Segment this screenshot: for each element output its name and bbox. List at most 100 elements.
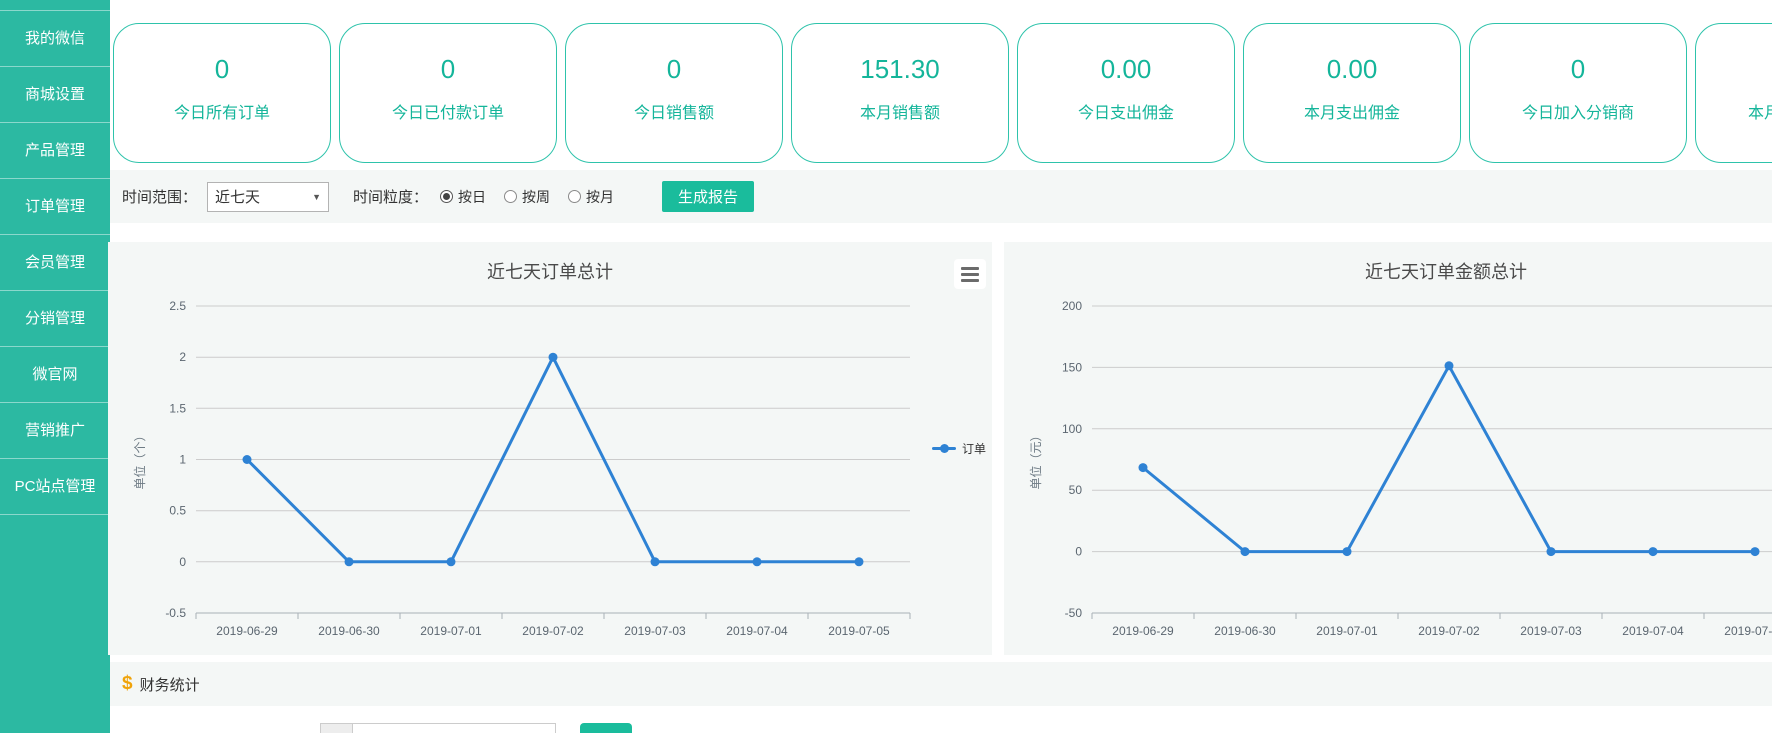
sidebar-item-label: 分销管理 [25,310,85,327]
sidebar-item-pc-site-management[interactable]: PC站点管理 [0,459,110,515]
series-line [1143,366,1755,552]
x-tick-label: 2019-06-30 [318,624,380,638]
sidebar-item-product-management[interactable]: 产品管理 [0,123,110,179]
stat-card-today-new-distributors: 0 今日加入分销商 [1469,23,1687,163]
sidebar-item-label: 会员管理 [25,254,85,271]
dollar-icon: $ [122,673,133,695]
order-count-chart-panel: 近七天订单总计 2.521.510.50-0.52019-06-292019-0… [108,242,992,655]
radio-by-month[interactable]: 按月 [568,187,614,207]
stat-label: 今日已付款订单 [392,99,504,123]
sidebar-item-marketing-promotion[interactable]: 营销推广 [0,403,110,459]
radio-label: 按周 [522,187,550,207]
sidebar-item-partial[interactable] [0,0,110,11]
stat-label: 今日销售额 [634,99,714,123]
stat-label: 今日支出佣金 [1078,99,1174,123]
finance-stats-title: 财务统计 [140,674,200,695]
x-tick-label: 2019-07-01 [1316,624,1378,638]
sidebar-item-micro-site[interactable]: 微官网 [0,347,110,403]
data-point[interactable] [447,557,456,566]
stat-value: 151.30 [860,54,940,85]
order-count-chart-canvas: 2.521.510.50-0.52019-06-292019-06-302019… [108,242,992,655]
stat-value: 0 [215,54,229,85]
radio-by-week[interactable]: 按周 [504,187,550,207]
x-tick-label: 2019-07-04 [1622,624,1684,638]
y-axis-name: 单位（个） [132,429,147,489]
sidebar-item-order-management[interactable]: 订单管理 [0,179,110,235]
radio-label: 按月 [586,187,614,207]
chevron-down-icon: ▼ [312,192,321,202]
sidebar-item-label: 商城设置 [25,86,85,103]
data-point[interactable] [549,353,558,362]
x-tick-label: 2019-07-01 [420,624,482,638]
radio-by-day[interactable]: 按日 [440,187,486,207]
radio-button-icon [504,190,517,203]
report-filter-bar: 时间范围： 近七天 ▼ 时间粒度： 按日 按周 按月 生成报告 [110,170,1772,223]
radio-button-icon [568,190,581,203]
dashboard-page: 我的微信 商城设置 产品管理 订单管理 会员管理 分销管理 微官网 营销推广 P… [0,0,1772,733]
y-tick-label: -0.5 [165,606,186,620]
finance-date-addon[interactable] [320,723,353,733]
y-tick-label: -50 [1065,606,1083,620]
x-tick-label: 2019-07-05 [1724,624,1772,638]
stat-label: 今日所有订单 [174,99,270,123]
y-tick-label: 0 [1075,545,1082,559]
y-tick-label: 150 [1062,360,1082,374]
x-tick-label: 2019-07-05 [828,624,890,638]
data-point[interactable] [1139,463,1148,472]
order-amount-chart-panel: 近七天订单金额总计 200150100500-502019-06-292019-… [1004,242,1772,655]
generate-report-button[interactable]: 生成报告 [662,181,754,212]
data-point[interactable] [855,557,864,566]
data-point[interactable] [345,557,354,566]
y-tick-label: 200 [1062,299,1082,313]
data-point[interactable] [1547,547,1556,556]
sidebar-item-label: 微官网 [32,366,77,383]
sidebar-item-distribution-management[interactable]: 分销管理 [0,291,110,347]
y-tick-label: 0.5 [169,504,186,518]
stat-label: 本月加入分销商 [1748,99,1772,123]
stat-value: 0 [441,54,455,85]
y-tick-label: 100 [1062,422,1082,436]
x-tick-label: 2019-07-04 [726,624,788,638]
x-tick-label: 2019-06-29 [216,624,278,638]
sidebar: 我的微信 商城设置 产品管理 订单管理 会员管理 分销管理 微官网 营销推广 P… [0,0,110,733]
stat-value: 0 [1571,54,1585,85]
data-point[interactable] [1343,547,1352,556]
time-range-selected-value: 近七天 [215,186,260,207]
granularity-label: 时间粒度： [353,186,428,207]
data-point[interactable] [651,557,660,566]
y-axis-name: 单位（元） [1028,429,1043,489]
x-tick-label: 2019-06-30 [1214,624,1276,638]
sidebar-item-my-wechat[interactable]: 我的微信 [0,11,110,67]
x-tick-label: 2019-07-02 [522,624,584,638]
legend-line-marker-icon [932,447,956,450]
time-range-select[interactable]: 近七天 ▼ [207,182,329,212]
time-range-label: 时间范围： [122,186,197,207]
data-point[interactable] [1445,361,1454,370]
stat-value: 0 [667,54,681,85]
stat-card-today-sales: 0 今日销售额 [565,23,783,163]
data-point[interactable] [753,557,762,566]
stat-card-month-commission: 0.00 本月支出佣金 [1243,23,1461,163]
data-point[interactable] [1649,547,1658,556]
sidebar-item-label: 营销推广 [25,422,85,439]
x-tick-label: 2019-07-03 [1520,624,1582,638]
sidebar-item-member-management[interactable]: 会员管理 [0,235,110,291]
sidebar-item-label: PC站点管理 [15,478,96,495]
finance-query-button[interactable] [580,723,632,733]
radio-label: 按日 [458,187,486,207]
data-point[interactable] [1241,547,1250,556]
stat-cards-row: 0 今日所有订单 0 今日已付款订单 0 今日销售额 151.30 本月销售额 … [113,23,1772,163]
sidebar-item-label: 订单管理 [25,198,85,215]
chart-legend-orders[interactable]: 订单 [932,440,986,457]
data-point[interactable] [1751,547,1760,556]
stat-card-today-commission: 0.00 今日支出佣金 [1017,23,1235,163]
sidebar-item-label: 产品管理 [25,142,85,159]
sidebar-item-shop-settings[interactable]: 商城设置 [0,67,110,123]
data-point[interactable] [243,455,252,464]
sidebar-item-label: 我的微信 [25,30,85,47]
x-tick-label: 2019-07-03 [624,624,686,638]
y-tick-label: 1 [179,453,186,467]
finance-stats-bar: $ 财务统计 [110,662,1772,706]
finance-date-input[interactable] [352,723,556,733]
stat-label: 本月支出佣金 [1304,99,1400,123]
